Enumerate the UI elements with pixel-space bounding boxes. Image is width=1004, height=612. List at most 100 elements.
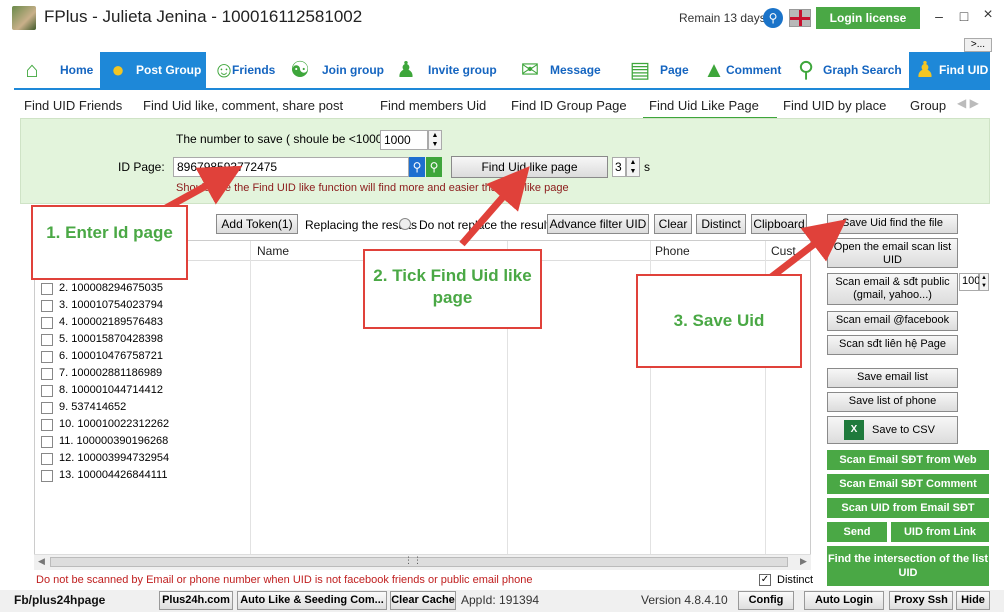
facebook-page-link[interactable]: Fb/plus24hpage: [14, 593, 105, 607]
scroll-grip-icon: ⋮⋮: [404, 555, 422, 565]
scan-count-spinner[interactable]: ▲ ▼: [979, 273, 989, 291]
subtab-group[interactable]: Group: [910, 98, 946, 113]
tab-join-group[interactable]: ☯ Join group: [286, 52, 386, 88]
search-icon[interactable]: ⚲: [409, 157, 425, 177]
row-checkbox[interactable]: [41, 470, 53, 482]
row-checkbox[interactable]: [41, 402, 53, 414]
subtab-find-uid-by-place[interactable]: Find UID by place: [783, 98, 886, 113]
row-checkbox[interactable]: [41, 368, 53, 380]
search-green-icon[interactable]: ⚲: [426, 157, 442, 177]
threads-spinner[interactable]: ▲ ▼: [626, 157, 640, 177]
message-icon: ✉: [520, 57, 540, 82]
tab-invite-group[interactable]: ♟ Invite group: [392, 52, 502, 88]
save-count-input[interactable]: 1000: [380, 130, 428, 150]
login-license-button[interactable]: Login license: [816, 7, 920, 29]
row-checkbox[interactable]: [41, 419, 53, 431]
save-phone-list-button[interactable]: Save list of phone: [827, 392, 958, 412]
column-name[interactable]: Name: [257, 244, 289, 258]
scan-public-email-button[interactable]: Scan email & sđt public (gmail, yahoo...…: [827, 273, 958, 305]
id-page-input[interactable]: 896798593772475: [173, 157, 409, 177]
tab-post-group[interactable]: ● Post Group: [100, 52, 206, 88]
license-remaining: Remain 13 days: [679, 11, 766, 25]
close-icon[interactable]: ×: [978, 6, 998, 26]
table-row[interactable]: 13. 100004426844111: [35, 468, 810, 485]
proxy-ssh-button[interactable]: Proxy Ssh: [889, 591, 953, 610]
config-button[interactable]: Config: [738, 591, 794, 610]
id-page-label: ID Page:: [118, 160, 165, 174]
column-custom[interactable]: Cust: [771, 244, 796, 258]
uk-flag-icon[interactable]: [789, 9, 811, 27]
open-email-scan-button[interactable]: Open the email scan list UID: [827, 238, 958, 268]
subtab-find-uid-friends[interactable]: Find UID Friends: [24, 98, 122, 113]
key-icon[interactable]: ⚲: [763, 8, 783, 28]
find-uid-like-page-button[interactable]: Find Uid like page: [451, 156, 608, 178]
scan-email-comment-button[interactable]: Scan Email SĐT Comment: [827, 474, 989, 494]
column-phone[interactable]: Phone: [655, 244, 690, 258]
hint-text: Should use the Find UID like function wi…: [176, 182, 569, 194]
more-button[interactable]: >...: [964, 38, 992, 52]
scroll-right-icon[interactable]: ▶: [800, 556, 807, 567]
clear-button[interactable]: Clear: [654, 214, 692, 234]
window-title: FPlus - Julieta Jenina - 100016112581002: [44, 7, 363, 26]
add-token-button[interactable]: Add Token(1): [216, 214, 298, 234]
auto-login-button[interactable]: Auto Login: [804, 591, 884, 610]
minimize-icon[interactable]: –: [930, 8, 948, 26]
row-checkbox[interactable]: [41, 317, 53, 329]
scan-uid-email-button[interactable]: Scan UID from Email SĐT: [827, 498, 989, 518]
distinct-checkbox[interactable]: ✓: [759, 574, 771, 586]
table-row[interactable]: 7. 100002881186989: [35, 366, 810, 383]
subtab-find-uid-like-page[interactable]: Find Uid Like Page: [643, 98, 777, 119]
table-row[interactable]: 8. 100001044714412: [35, 383, 810, 400]
uid-from-link-button[interactable]: UID from Link: [891, 522, 989, 542]
clear-cache-button[interactable]: Clear Cache: [390, 591, 456, 610]
tab-home[interactable]: ⌂ Home: [14, 52, 98, 88]
threads-unit: s: [644, 160, 650, 174]
replace-results-radio[interactable]: [399, 218, 411, 230]
row-checkbox[interactable]: [41, 436, 53, 448]
hide-button[interactable]: Hide: [956, 591, 990, 610]
row-checkbox[interactable]: [41, 300, 53, 312]
row-checkbox[interactable]: [41, 453, 53, 465]
maximize-icon[interactable]: □: [955, 8, 973, 26]
send-button[interactable]: Send: [827, 522, 887, 542]
scan-count-input[interactable]: 100: [959, 273, 980, 291]
tab-page[interactable]: ▤ Page: [626, 52, 702, 88]
threads-input[interactable]: 3: [612, 157, 626, 177]
subtab-find-uid-like-comment[interactable]: Find Uid like, comment, share post: [143, 98, 343, 113]
save-count-spinner[interactable]: ▲ ▼: [428, 130, 442, 150]
advance-filter-button[interactable]: Advance filter UID: [547, 214, 649, 234]
row-checkbox[interactable]: [41, 351, 53, 363]
scan-email-facebook-button[interactable]: Scan email @facebook: [827, 311, 958, 331]
row-checkbox[interactable]: [41, 385, 53, 397]
table-row[interactable]: 9. 537414652: [35, 400, 810, 417]
tab-comment[interactable]: ▲ Comment: [700, 52, 796, 88]
tab-friends[interactable]: ☺ Friends: [210, 52, 282, 88]
tab-find-uid[interactable]: ♟ Find UID: [909, 52, 990, 88]
tab-graph-search[interactable]: ⚲ Graph Search: [792, 52, 904, 88]
table-row[interactable]: 11. 100000390196268: [35, 434, 810, 451]
distinct-button[interactable]: Distinct: [696, 214, 746, 234]
save-uid-file-button[interactable]: Save Uid find the file: [827, 214, 958, 234]
find-intersection-button[interactable]: Find the intersection of the list UID: [827, 546, 989, 586]
clipboard-button[interactable]: Clipboard: [751, 214, 807, 234]
save-email-list-button[interactable]: Save email list: [827, 368, 958, 388]
scan-contact-page-button[interactable]: Scan sđt liên hệ Page: [827, 335, 958, 355]
plus24h-button[interactable]: Plus24h.com: [159, 591, 233, 610]
subtab-find-id-group-page[interactable]: Find ID Group Page: [511, 98, 627, 113]
table-row[interactable]: 12. 100003994732954: [35, 451, 810, 468]
user-avatar: [12, 6, 36, 30]
row-checkbox[interactable]: [41, 283, 53, 295]
table-row[interactable]: 10. 100010022312262: [35, 417, 810, 434]
search-icon: ⚲: [797, 57, 815, 82]
subtab-find-members[interactable]: Find members Uid: [380, 98, 486, 113]
invite-icon: ♟: [396, 57, 416, 82]
save-csv-button[interactable]: X Save to CSV: [827, 416, 958, 444]
auto-like-seeding-button[interactable]: Auto Like & Seeding Com...: [237, 591, 387, 610]
scan-email-web-button[interactable]: Scan Email SĐT from Web: [827, 450, 989, 470]
scroll-left-icon[interactable]: ◀: [38, 556, 45, 567]
distinct-label: Distinct: [777, 574, 814, 586]
tab-message[interactable]: ✉ Message: [514, 52, 614, 88]
save-count-label: The number to save ( shoule be <10000): [176, 132, 394, 146]
subtab-scroll-arrows-icon[interactable]: ◀ ▶: [957, 96, 979, 110]
row-checkbox[interactable]: [41, 334, 53, 346]
